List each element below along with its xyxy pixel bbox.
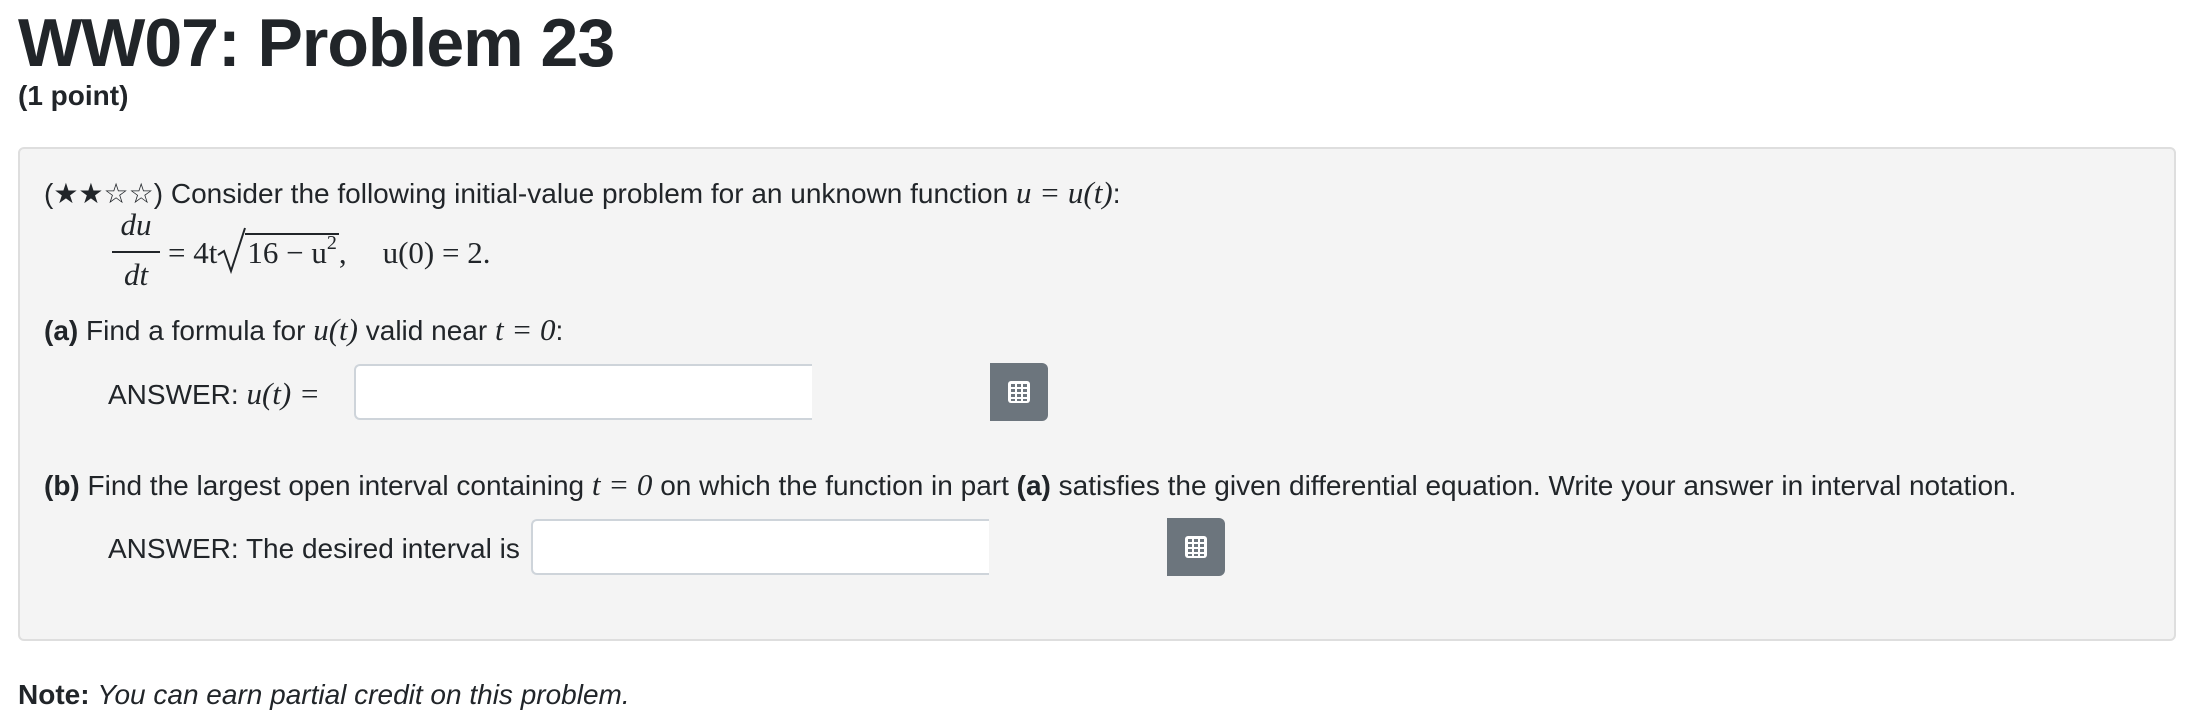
part-a-text-after: : xyxy=(555,315,564,346)
problem-body: (★★☆☆) Consider the following initial-va… xyxy=(18,147,2176,641)
problem-points: (1 point) xyxy=(18,80,129,111)
part-a-answer-input[interactable] xyxy=(354,364,812,420)
part-a-prompt: (a) Find a formula for u(t) valid near t… xyxy=(44,312,563,349)
radical-sign-icon xyxy=(217,227,247,275)
radicand: 16 − u2 xyxy=(245,232,339,271)
note-label: Note: xyxy=(18,679,90,710)
grid-palette-icon xyxy=(1185,536,1207,558)
intro-text: Consider the following initial-value pro… xyxy=(170,178,1009,209)
ode-right-side: = 4t 16 − u2, u(0) = 2. xyxy=(168,227,491,275)
part-b-prompt: (b) Find the largest open interval conta… xyxy=(44,467,2016,504)
difficulty-stars: ★★☆☆ xyxy=(53,178,154,209)
part-a-text-before: Find a formula for xyxy=(86,315,306,346)
radicand-text: 16 − u xyxy=(247,235,327,270)
answer-prefix: ANSWER: xyxy=(108,379,239,410)
part-a-math-u: u(t) xyxy=(313,312,358,347)
grid-palette-icon xyxy=(1008,381,1030,403)
answer-math: u(t) = xyxy=(246,376,320,411)
part-a-label: (a) xyxy=(44,315,79,346)
part-b-text-after: satisfies the given differential equatio… xyxy=(1058,470,2017,501)
part-a-math-t: t = 0 xyxy=(494,312,556,347)
intro-math: u = u(t) xyxy=(1016,175,1113,210)
part-a-text-middle: valid near xyxy=(365,315,488,346)
fraction-denominator: dt xyxy=(123,257,149,292)
part-b-math-t: t = 0 xyxy=(591,467,653,502)
part-b-math-palette-button[interactable] xyxy=(1167,518,1225,576)
part-b-text-before: Find the largest open interval containin… xyxy=(87,470,585,501)
part-b-text-middle: on which the function in part xyxy=(660,470,1009,501)
partial-credit-note: Note: You can earn partial credit on thi… xyxy=(18,677,630,713)
part-b-bold-ref: (a) xyxy=(1016,470,1051,501)
ode-comma: , xyxy=(338,235,347,270)
problem-intro: (★★☆☆) Consider the following initial-va… xyxy=(44,175,1121,210)
part-b-label: (b) xyxy=(44,470,80,501)
initial-condition: u(0) = 2. xyxy=(382,235,491,270)
part-b-answer-label: ANSWER: The desired interval is xyxy=(108,533,520,564)
square-root: 16 − u2 xyxy=(217,227,339,275)
page-title: WW07: Problem 23 xyxy=(18,5,615,81)
part-a-math-palette-button[interactable] xyxy=(990,363,1048,421)
fraction-bar xyxy=(112,251,160,253)
intro-end: : xyxy=(1112,178,1121,209)
radicand-exponent: 2 xyxy=(326,232,337,254)
note-text: You can earn partial credit on this prob… xyxy=(97,679,630,710)
ode-rhs-lead: = 4t xyxy=(168,235,218,270)
part-a-answer-label: ANSWER: u(t) = xyxy=(108,376,320,413)
part-b-answer-input[interactable] xyxy=(531,519,989,575)
fraction-numerator: du xyxy=(120,207,152,242)
